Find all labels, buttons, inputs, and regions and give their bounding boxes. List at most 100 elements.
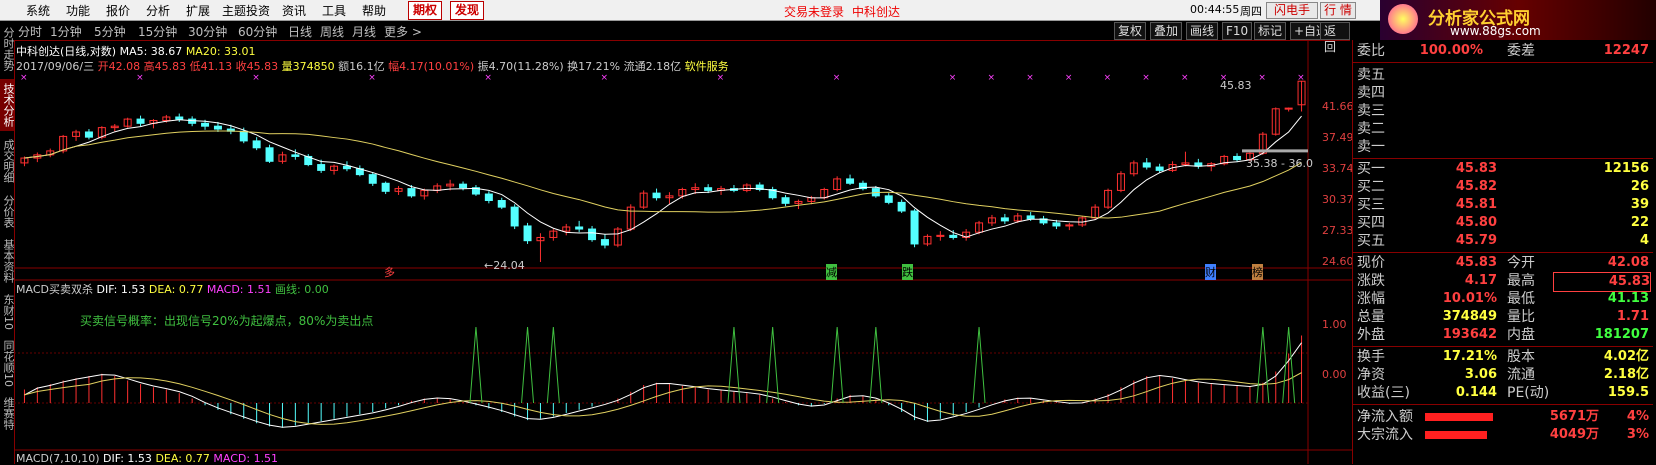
menu-options[interactable]: 期权: [408, 1, 443, 20]
tab-more[interactable]: 更多 >: [384, 23, 422, 40]
menu-theme-invest[interactable]: 主题投资: [222, 2, 270, 19]
menu-system[interactable]: 系统: [26, 2, 50, 19]
draw-button[interactable]: 画线: [1186, 22, 1219, 40]
menu-news[interactable]: 资讯: [282, 2, 306, 19]
candle-body: [575, 226, 584, 230]
bid2-vol: 26: [1630, 179, 1649, 194]
divider: [1353, 346, 1653, 347]
signal-triangle: [469, 326, 483, 404]
y-tick: 37.49: [1322, 131, 1354, 144]
candle-body: [1233, 155, 1242, 161]
menu-quote[interactable]: 报价: [106, 2, 130, 19]
adjust-button[interactable]: 复权: [1114, 22, 1147, 40]
bid5-label: 买五: [1357, 233, 1385, 249]
ma5-line: [24, 115, 1302, 238]
side-tab-ths[interactable]: 同花顺10: [0, 337, 15, 389]
bid1-vol: 12156: [1603, 161, 1649, 176]
x-marker: ×: [1065, 73, 1073, 83]
marker-reduce: 减: [826, 264, 837, 280]
tab-weekly[interactable]: 周线: [320, 23, 344, 40]
mark-button[interactable]: 标记: [1254, 22, 1287, 40]
marker-finance: 财: [1205, 264, 1216, 280]
menu-help[interactable]: 帮助: [362, 2, 386, 19]
divider: [1353, 252, 1653, 253]
candle-body: [897, 201, 906, 212]
side-tab-intraday[interactable]: 分时走势: [0, 23, 15, 75]
candle-body: [523, 225, 532, 242]
candle-body: [317, 164, 326, 171]
stat-value: 1.71: [1616, 309, 1649, 324]
bid2-label: 买二: [1357, 179, 1385, 195]
menu-bar: 系统 功能 报价 分析 扩展 主题投资 资讯 工具 帮助 期权 发现 交易未登录…: [0, 0, 1380, 21]
stat2-value: 4.02亿: [1603, 349, 1649, 364]
login-status[interactable]: 交易未登录: [784, 3, 844, 20]
stat-value: 45.83: [1553, 272, 1651, 292]
macd-tick: 0.00: [1322, 368, 1347, 381]
signal-triangle: [869, 326, 883, 404]
logo-url: www.88gs.com: [1450, 24, 1541, 38]
side-tab-technical[interactable]: 技术分析: [0, 79, 15, 131]
y-tick: 41.66: [1322, 100, 1354, 113]
side-tab-trades[interactable]: 成交明细: [0, 135, 15, 187]
quote-button[interactable]: 行 情: [1320, 2, 1356, 19]
menu-tools[interactable]: 工具: [322, 2, 346, 19]
x-marker: ×: [717, 73, 725, 83]
divider: [1353, 404, 1653, 405]
menu-function[interactable]: 功能: [66, 2, 90, 19]
tab-1min[interactable]: 1分钟: [50, 23, 82, 40]
side-tab-basic[interactable]: 基本资料: [0, 235, 15, 287]
entrust-diff-value: 12247: [1603, 43, 1649, 58]
candle-body: [342, 165, 351, 170]
tab-5min[interactable]: 5分钟: [94, 23, 126, 40]
x-marker: ×: [601, 73, 609, 83]
f10-button[interactable]: F10: [1222, 22, 1253, 40]
stat-value: 193642: [1442, 327, 1497, 342]
y-tick: 33.74: [1322, 162, 1354, 175]
menu-discover[interactable]: 发现: [450, 1, 485, 20]
flow-bar: [1425, 431, 1487, 439]
tab-intraday[interactable]: 分时: [18, 23, 42, 40]
flow-percent: 3%: [1626, 427, 1649, 442]
candle-body: [652, 192, 661, 199]
tab-15min[interactable]: 15分钟: [138, 23, 177, 40]
tab-daily[interactable]: 日线: [288, 23, 312, 40]
x-marker: ×: [1104, 73, 1112, 83]
bid2-price: 45.82: [1455, 179, 1497, 194]
tab-30min[interactable]: 30分钟: [188, 23, 227, 40]
back-button[interactable]: 返回: [1320, 22, 1350, 54]
flow-label: 净流入额: [1357, 409, 1413, 425]
overlay-button[interactable]: 叠加: [1150, 22, 1183, 40]
stat-value: 45.83: [1455, 255, 1497, 270]
stat-value: 4.17: [1464, 273, 1497, 288]
stat-label: 量比: [1507, 309, 1535, 325]
candle-body: [781, 197, 790, 204]
candle-body: [1026, 215, 1035, 220]
candle-body: [884, 195, 893, 203]
low-label: ←24.04: [484, 259, 525, 272]
ask5-label: 卖五: [1357, 67, 1385, 83]
menu-extend[interactable]: 扩展: [186, 2, 210, 19]
menu-analysis[interactable]: 分析: [146, 2, 170, 19]
side-tab-weisai[interactable]: 维赛特: [0, 393, 15, 433]
bid4-price: 45.80: [1455, 215, 1497, 230]
candle-body: [175, 116, 184, 120]
kline-chart[interactable]: × × × × × × × × × × × × × × × × × ×: [14, 40, 1352, 464]
x-marker: ×: [484, 73, 492, 83]
side-tab-eastmoney[interactable]: 东财10: [0, 291, 15, 333]
flash-trade-button[interactable]: 闪电手: [1266, 2, 1318, 19]
high-label: 45.83: [1220, 79, 1252, 92]
candle-body: [1142, 162, 1151, 168]
candle-body: [239, 130, 248, 142]
candle-body: [265, 147, 274, 162]
marker-list: 榜: [1252, 264, 1263, 280]
y-tick: 30.37: [1322, 193, 1354, 206]
stat-label: 涨幅: [1357, 291, 1385, 307]
candle-body: [484, 193, 493, 202]
tab-monthly[interactable]: 月线: [352, 23, 376, 40]
stat-value: 42.08: [1607, 255, 1649, 270]
x-marker: ×: [136, 73, 144, 83]
side-tab-price-dist[interactable]: 分价表: [0, 191, 15, 231]
tab-60min[interactable]: 60分钟: [238, 23, 277, 40]
candle-body: [291, 154, 300, 157]
stat2-value: 17.21%: [1442, 349, 1497, 364]
